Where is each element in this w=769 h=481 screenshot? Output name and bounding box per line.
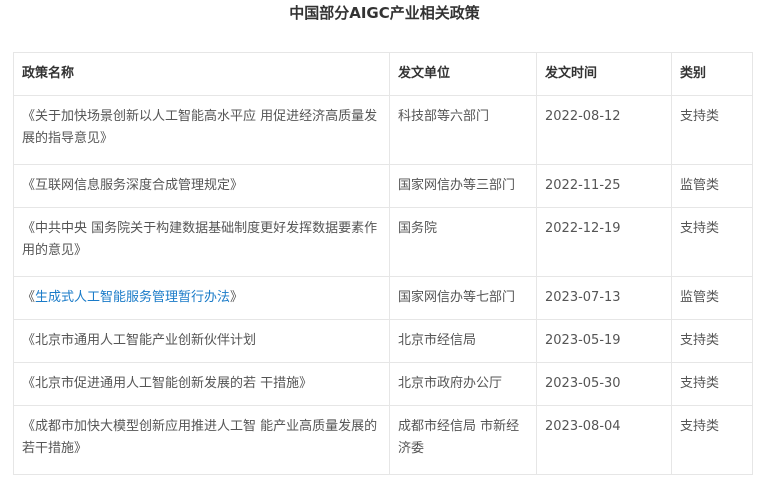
issuer-cell: 成都市经信局 市新经济委 [389,405,537,475]
column-header-issuer: 发文单位 [389,52,537,96]
table-header-row: 政策名称 发文单位 发文时间 类别 [13,52,753,96]
table-row: 《关于加快场景创新以人工智能高水平应 用促进经济高质量发展的指导意见》 科技部等… [13,95,753,165]
table-row: 《北京市促进通用人工智能创新发展的若 干措施》 北京市政府办公厅 2023-05… [13,362,753,406]
policy-name-cell: 《关于加快场景创新以人工智能高水平应 用促进经济高质量发展的指导意见》 [13,95,390,165]
issuer-cell: 国家网信办等七部门 [389,276,537,320]
date-cell: 2022-08-12 [536,95,672,165]
table-row: 《中共中央 国务院关于构建数据基础制度更好发挥数据要素作用的意见》 国务院 20… [13,207,753,277]
category-cell: 监管类 [671,276,753,320]
issuer-cell: 国家网信办等三部门 [389,164,537,208]
policy-name-cell: 《成都市加快大模型创新应用推进人工智 能产业高质量发展的若干措施》 [13,405,390,475]
policy-name-suffix: 》 [230,290,244,305]
policy-name-cell: 《互联网信息服务深度合成管理规定》 [13,164,390,208]
issuer-cell: 北京市政府办公厅 [389,362,537,406]
category-cell: 支持类 [671,319,753,363]
policy-name-cell: 《生成式人工智能服务管理暂行办法》 [13,276,390,320]
column-header-date: 发文时间 [536,52,672,96]
table-row: 《互联网信息服务深度合成管理规定》 国家网信办等三部门 2022-11-25 监… [13,164,753,208]
page-title: 中国部分AIGC产业相关政策 [289,4,480,22]
policy-name-cell: 《北京市通用人工智能产业创新伙伴计划 [13,319,390,363]
issuer-cell: 科技部等六部门 [389,95,537,165]
date-cell: 2023-08-04 [536,405,672,475]
column-header-policy-name: 政策名称 [13,52,390,96]
date-cell: 2022-12-19 [536,207,672,277]
date-cell: 2023-05-30 [536,362,672,406]
table-row: 《北京市通用人工智能产业创新伙伴计划 北京市经信局 2023-05-19 支持类 [13,319,753,363]
category-cell: 支持类 [671,362,753,406]
policy-name-cell: 《中共中央 国务院关于构建数据基础制度更好发挥数据要素作用的意见》 [13,207,390,277]
date-cell: 2023-05-19 [536,319,672,363]
table-row: 《生成式人工智能服务管理暂行办法》 国家网信办等七部门 2023-07-13 监… [13,276,753,320]
issuer-cell: 国务院 [389,207,537,277]
category-cell: 支持类 [671,207,753,277]
policy-table: 政策名称 发文单位 发文时间 类别 《关于加快场景创新以人工智能高水平应 用促进… [13,52,753,475]
policy-name-link[interactable]: 生成式人工智能服务管理暂行办法 [35,290,230,305]
category-cell: 监管类 [671,164,753,208]
date-cell: 2022-11-25 [536,164,672,208]
category-cell: 支持类 [671,95,753,165]
policy-name-cell: 《北京市促进通用人工智能创新发展的若 干措施》 [13,362,390,406]
policy-name-prefix: 《 [22,290,36,305]
issuer-cell: 北京市经信局 [389,319,537,363]
column-header-category: 类别 [671,52,753,96]
category-cell: 支持类 [671,405,753,475]
table-row: 《成都市加快大模型创新应用推进人工智 能产业高质量发展的若干措施》 成都市经信局… [13,405,753,475]
date-cell: 2023-07-13 [536,276,672,320]
